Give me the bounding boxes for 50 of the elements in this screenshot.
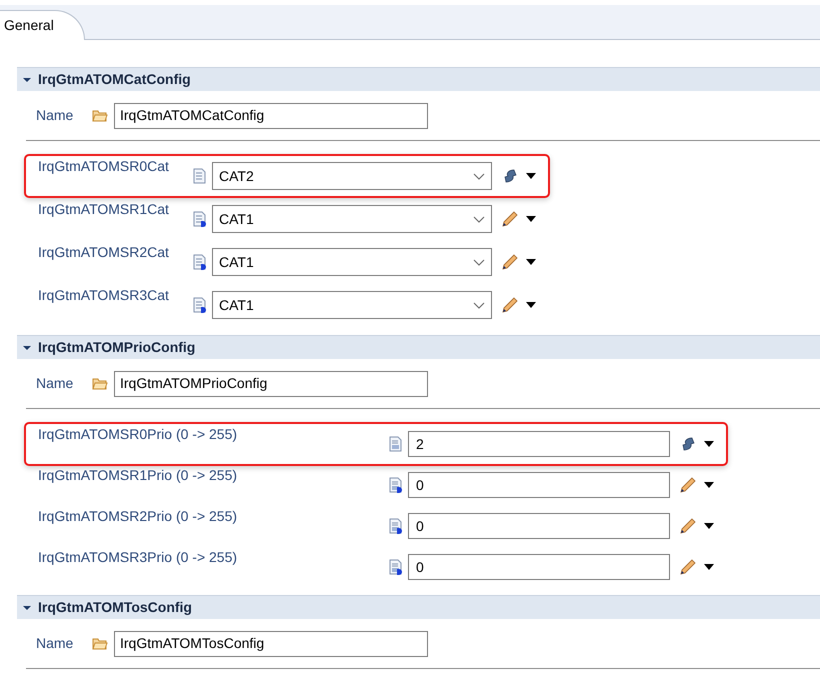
value-dropdown[interactable]: CAT1	[212, 205, 492, 233]
chevron-down-icon	[473, 302, 485, 308]
pencil-icon[interactable]	[680, 518, 696, 534]
parameter-label: IrqGtmATOMSR3Cat	[38, 286, 170, 305]
dropdown-arrow-icon[interactable]	[704, 523, 714, 529]
folder-icon	[92, 110, 108, 122]
parameter-label: IrqGtmATOMSR3Prio (0 -> 255)	[38, 548, 238, 567]
collapse-arrow-icon[interactable]	[23, 344, 31, 352]
pencil-icon[interactable]	[502, 297, 518, 313]
name-label: Name	[36, 634, 74, 653]
value-dropdown[interactable]: CAT2	[212, 162, 492, 190]
chevron-down-icon	[473, 216, 485, 222]
parameter-label: IrqGtmATOMSR1Prio (0 -> 255)	[38, 466, 238, 485]
chevron-down-icon	[473, 172, 485, 180]
name-label: Name	[36, 106, 74, 125]
collapse-arrow-icon[interactable]	[23, 604, 31, 612]
value-field[interactable]: 0	[408, 472, 670, 498]
pencil-icon[interactable]	[680, 559, 696, 575]
chevron-down-icon	[473, 258, 485, 266]
name-label: Name	[36, 374, 74, 393]
parameter-label: IrqGtmATOMSR2Prio (0 -> 255)	[38, 507, 238, 526]
dropdown-arrow-icon[interactable]	[704, 482, 714, 488]
folder-icon	[92, 638, 108, 650]
name-field[interactable]: IrqGtmATOMTosConfig	[114, 630, 428, 656]
value-field[interactable]: 0	[408, 513, 670, 539]
parameter-label: IrqGtmATOMSR0Cat	[38, 157, 170, 176]
tab[interactable]: General	[0, 10, 85, 40]
dropdown-arrow-icon[interactable]	[526, 259, 536, 265]
value-dropdown[interactable]: CAT1	[212, 291, 492, 319]
parameter-label: IrqGtmATOMSR2Cat	[38, 243, 170, 262]
pencil-icon[interactable]	[680, 477, 696, 493]
name-field[interactable]: IrqGtmATOMPrioConfig	[114, 370, 428, 396]
value-field[interactable]: 2	[408, 431, 670, 457]
section-header[interactable]: IrqGtmATOMCatConfig	[17, 67, 820, 91]
section-header[interactable]: IrqGtmATOMPrioConfig	[17, 335, 820, 359]
dropdown-arrow-icon[interactable]	[526, 216, 536, 222]
parameter-label: IrqGtmATOMSR1Cat	[38, 200, 170, 219]
dropdown-arrow-icon[interactable]	[526, 302, 536, 308]
pencil-icon[interactable]	[502, 254, 518, 270]
pencil-icon[interactable]	[502, 211, 518, 227]
dropdown-arrow-icon[interactable]	[704, 441, 714, 447]
parameter-label: IrqGtmATOMSR0Prio (0 -> 255)	[38, 425, 238, 444]
name-field[interactable]: IrqGtmATOMCatConfig	[114, 102, 428, 128]
dropdown-arrow-icon[interactable]	[704, 564, 714, 570]
dropdown-arrow-icon[interactable]	[526, 173, 536, 179]
value-dropdown[interactable]: CAT1	[212, 248, 492, 276]
section-header[interactable]: IrqGtmATOMTosConfig	[17, 595, 820, 619]
value-field[interactable]: 0	[408, 554, 670, 580]
collapse-arrow-icon[interactable]	[23, 76, 31, 84]
folder-icon	[92, 378, 108, 390]
